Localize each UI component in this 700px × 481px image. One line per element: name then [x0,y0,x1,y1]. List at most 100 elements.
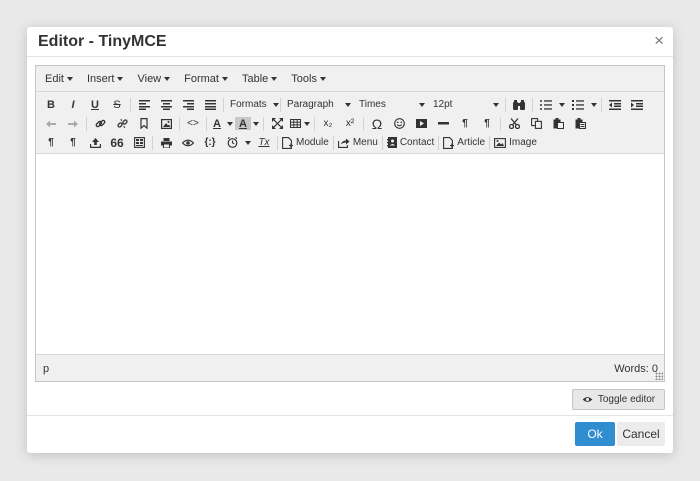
visual-chars-button[interactable]: ¶ [40,133,62,152]
resize-handle-icon[interactable] [655,372,663,380]
toggle-editor-button[interactable]: Toggle editor [572,389,665,410]
insert-image-button[interactable] [155,114,177,133]
article-label: Article [457,137,486,148]
font-size-select[interactable]: 12pt [429,95,503,114]
visual-blocks-button[interactable]: ¶ [62,133,84,152]
bullet-list-dropdown[interactable] [557,95,567,114]
align-center-button[interactable] [155,95,177,114]
datetime-dropdown[interactable] [243,133,253,152]
menu-edit[interactable]: Edit [38,73,80,85]
subscript-button[interactable]: x₂ [317,114,339,133]
block-format-select[interactable]: Paragraph [283,95,355,114]
bullet-list-icon [540,99,552,110]
divider [363,116,364,131]
align-right-button[interactable] [177,95,199,114]
align-justify-button[interactable] [199,95,221,114]
preview-button[interactable] [177,133,199,152]
font-family-value: Times [359,99,386,110]
table-icon [290,119,301,128]
redo-button[interactable] [62,114,84,133]
menu-view-label: View [137,72,162,85]
cancel-button[interactable]: Cancel [617,422,665,446]
caret-down-icon [419,102,425,107]
source-code-button[interactable]: <> [182,114,204,133]
menu-insert[interactable]: Insert [80,73,131,85]
numbered-list-dropdown[interactable] [589,95,599,114]
copy-button[interactable] [525,114,547,133]
horizontal-rule-button[interactable] [432,114,454,133]
bullet-list-button[interactable] [535,95,557,114]
menu-tools-label: Tools [291,72,317,85]
anchor-button[interactable] [133,114,155,133]
image-button[interactable]: Image [492,133,539,152]
caret-down-icon [117,76,124,81]
article-button[interactable]: Article [441,133,487,152]
insert-link-button[interactable] [89,114,111,133]
numbered-list-button[interactable] [567,95,589,114]
paste-button[interactable] [547,114,569,133]
superscript-button[interactable]: x² [339,114,361,133]
rtl-button[interactable]: ¶ [476,114,498,133]
caret-down-icon [271,76,278,81]
bold-button[interactable]: B [40,95,62,114]
share-icon [337,138,350,148]
menu-table[interactable]: Table [235,73,284,85]
formats-dropdown[interactable]: Formats [226,95,279,114]
address-book-icon [386,137,397,148]
upload-button[interactable] [84,133,106,152]
element-path[interactable]: p [43,363,49,375]
print-button[interactable] [155,133,177,152]
dialog-header: Editor - TinyMCE × [27,27,673,57]
menu-view[interactable]: View [130,73,177,85]
outdent-button[interactable] [604,95,626,114]
template-icon [133,137,145,148]
module-button[interactable]: Module [280,133,331,152]
template-button[interactable] [128,133,150,152]
module-label: Module [296,137,329,148]
special-character-button[interactable]: Ω [366,114,388,133]
background-color-button[interactable]: A [235,117,251,130]
text-color-button[interactable]: A [209,114,225,133]
indent-button[interactable] [626,95,648,114]
caret-down-icon [272,102,279,107]
undo-button[interactable] [40,114,62,133]
variables-button[interactable]: {:} [199,133,221,152]
find-replace-button[interactable] [508,95,530,114]
table-button[interactable] [288,114,312,133]
remove-link-button[interactable] [111,114,133,133]
clock-icon [227,137,237,148]
close-icon[interactable]: × [654,32,664,50]
insert-datetime-button[interactable] [221,133,243,152]
background-color-dropdown[interactable] [251,114,261,133]
strikethrough-button[interactable]: S [106,95,128,114]
editor-content-area[interactable] [36,156,664,354]
underline-button[interactable]: U [84,95,106,114]
toolbar-row-3: ¶ ¶ 66 {:} Tx Module Menu Contact Articl… [40,133,664,152]
menu-link-button[interactable]: Menu [336,133,380,152]
file-add-icon [443,136,455,149]
font-family-select[interactable]: Times [355,95,429,114]
menu-table-label: Table [241,72,269,85]
insert-media-button[interactable] [410,114,432,133]
caret-down-icon [245,140,251,145]
menu-tools[interactable]: Tools [284,73,333,85]
contact-button[interactable]: Contact [385,133,436,152]
horizontal-rule-icon [437,122,449,125]
caret-down-icon [164,76,171,81]
blockquote-button[interactable]: 66 [106,133,128,152]
paste-text-button[interactable] [569,114,591,133]
ok-button[interactable]: Ok [575,422,615,446]
clear-formatting-button[interactable]: Tx [253,133,275,152]
fullscreen-button[interactable] [266,114,288,133]
menu-format[interactable]: Format [177,73,235,85]
scissors-icon [508,118,520,129]
text-color-dropdown[interactable] [225,114,235,133]
italic-button[interactable]: I [62,95,84,114]
cut-button[interactable] [503,114,525,133]
emoticons-button[interactable] [388,114,410,133]
ltr-button[interactable]: ¶ [454,114,476,133]
align-left-button[interactable] [133,95,155,114]
indent-icon [631,99,643,110]
divider [314,116,315,131]
eye-icon [582,396,593,403]
